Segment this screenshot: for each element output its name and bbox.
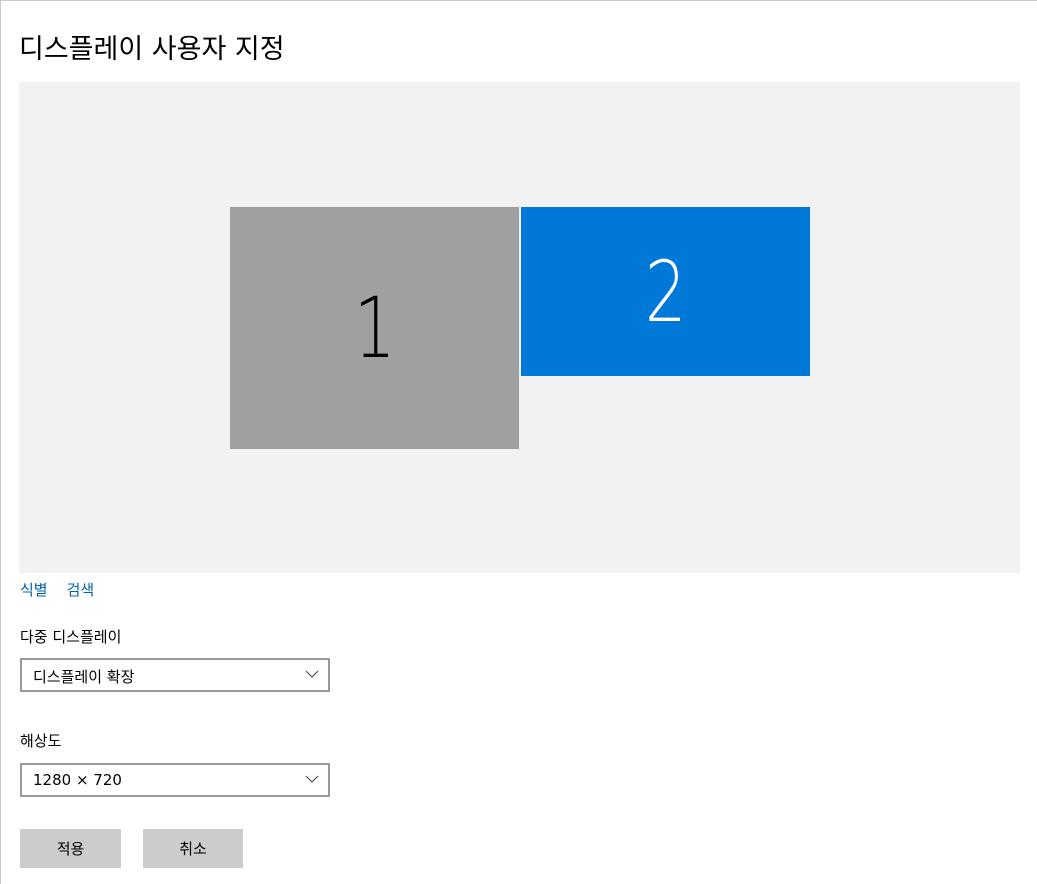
resolution-label: 해상도 bbox=[20, 732, 62, 750]
page-title: 디스플레이 사용자 지정 bbox=[19, 34, 285, 65]
apply-button[interactable]: 적용 bbox=[20, 829, 121, 868]
display-settings-window: 디스플레이 사용자 지정 1 2 식별 검색 다중 디스플레이 디스플레이 확장… bbox=[0, 0, 1037, 884]
chevron-down-icon bbox=[305, 670, 319, 678]
multiple-displays-select[interactable]: 디스플레이 확장 bbox=[20, 658, 330, 692]
multiple-displays-value: 디스플레이 확장 bbox=[33, 668, 135, 686]
cancel-button[interactable]: 취소 bbox=[143, 829, 243, 868]
detect-link[interactable]: 검색 bbox=[67, 579, 95, 600]
monitor-1[interactable]: 1 bbox=[230, 207, 519, 449]
monitor-2-number: 2 bbox=[644, 242, 687, 341]
identify-link[interactable]: 식별 bbox=[20, 579, 48, 600]
resolution-value: 1280 × 720 bbox=[33, 771, 122, 789]
multiple-displays-label: 다중 디스플레이 bbox=[20, 628, 122, 646]
chevron-down-icon bbox=[305, 775, 319, 783]
resolution-select[interactable]: 1280 × 720 bbox=[20, 763, 330, 797]
display-arrangement-area: 1 2 bbox=[19, 82, 1020, 573]
monitor-1-number: 1 bbox=[353, 279, 396, 377]
display-links: 식별 검색 bbox=[20, 579, 94, 600]
monitor-2[interactable]: 2 bbox=[521, 207, 810, 376]
